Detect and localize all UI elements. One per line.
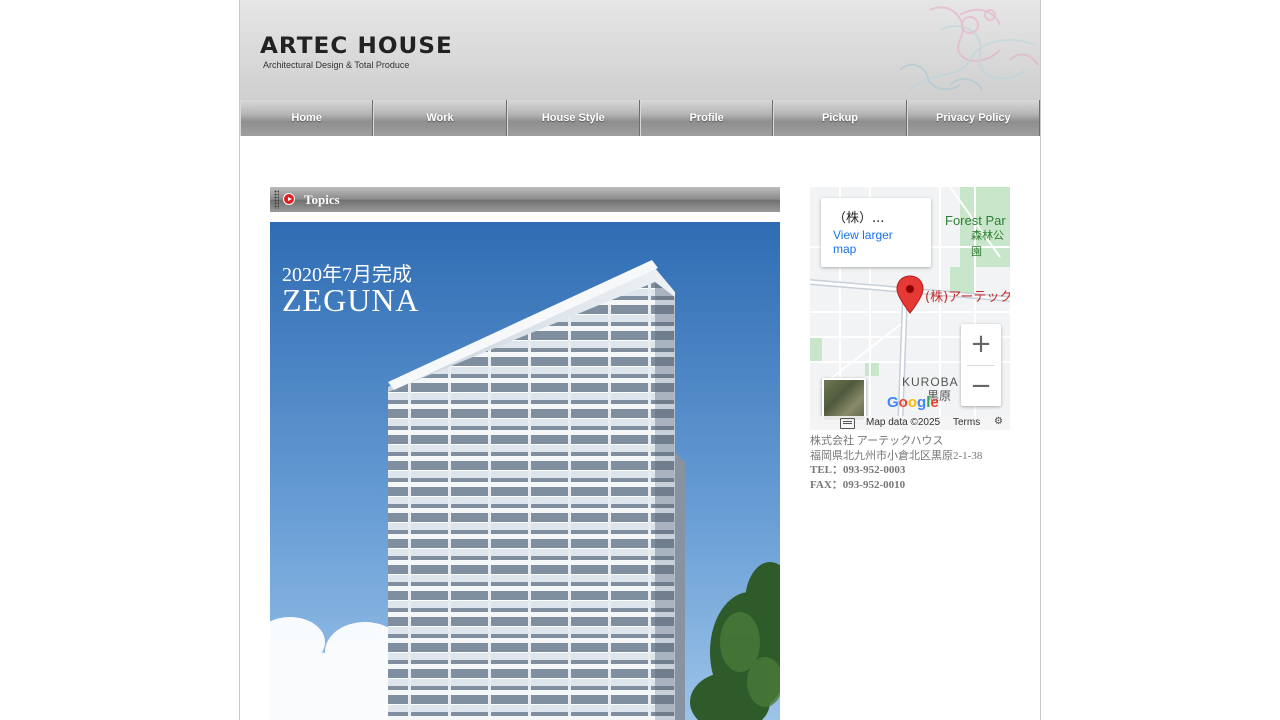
map-footer: Map data ©2025 Terms ⚙ <box>810 416 1010 430</box>
report-error-icon[interactable]: ⚙ <box>994 416 1003 427</box>
map-terms-link[interactable]: Terms <box>953 417 980 428</box>
main-nav: Home Work House Style Profile Pickup Pri… <box>240 100 1040 136</box>
map-info-card: （株）... View larger map <box>821 198 931 267</box>
company-street: 福岡県北九州市小倉北区黒原2-1-38 <box>810 449 983 462</box>
play-arrow-icon <box>283 193 295 205</box>
view-larger-map-link[interactable]: View larger map <box>833 228 913 256</box>
company-name: 株式会社 アーテックハウス <box>810 435 944 447</box>
hero-building-image[interactable]: 2020年7月完成 ZEGUNA <box>270 222 780 720</box>
map-label-forest-park-jp: 森林公園 <box>971 229 1004 258</box>
company-fax: FAX：093-952-0010 <box>810 478 906 491</box>
zoom-out-button[interactable]: − <box>961 366 1001 406</box>
logo-text: ARTEC HOUSE <box>260 34 453 59</box>
site-header: ARTEC HOUSE Architectural Design & Total… <box>240 0 1040 100</box>
company-address: 株式会社 アーテックハウス 福岡県北九州市小倉北区黒原2-1-38 TEL：09… <box>810 434 1030 492</box>
map-pin-label[interactable]: (株)アーテック <box>925 286 1010 305</box>
company-tel: TEL：093-952-0003 <box>810 464 906 476</box>
google-logo: Google <box>887 394 939 411</box>
nav-privacy-policy[interactable]: Privacy Policy <box>906 100 1040 136</box>
keyboard-shortcuts-icon[interactable] <box>840 418 855 429</box>
topics-header: Topics <box>270 187 780 212</box>
nav-home[interactable]: Home <box>240 100 374 136</box>
grip-icon <box>274 190 279 209</box>
zoom-in-button[interactable]: + <box>961 324 1001 364</box>
logo-tagline: Architectural Design & Total Produce <box>263 60 410 70</box>
site-logo[interactable]: ARTEC HOUSE Architectural Design & Total… <box>260 34 452 70</box>
page-frame: ARTEC HOUSE Architectural Design & Total… <box>239 0 1041 720</box>
hero-building-name: ZEGUNA <box>282 282 420 318</box>
topics-title: Topics <box>304 192 340 207</box>
nav-pickup[interactable]: Pickup <box>773 100 907 136</box>
google-map-embed[interactable]: Forest Par 森林公園 (株)アーテック KUROBA 黒原 （株）..… <box>810 187 1010 430</box>
map-data-attribution: Map data ©2025 <box>866 417 941 428</box>
nav-house-style[interactable]: House Style <box>506 100 640 136</box>
map-zoom-control: + − <box>961 324 1001 406</box>
map-label-forest-park: Forest Par <box>945 213 1006 228</box>
nav-work[interactable]: Work <box>373 100 507 136</box>
map-place-title: （株）... <box>833 211 885 226</box>
nav-profile[interactable]: Profile <box>639 100 774 136</box>
floral-decoration <box>899 6 1039 91</box>
